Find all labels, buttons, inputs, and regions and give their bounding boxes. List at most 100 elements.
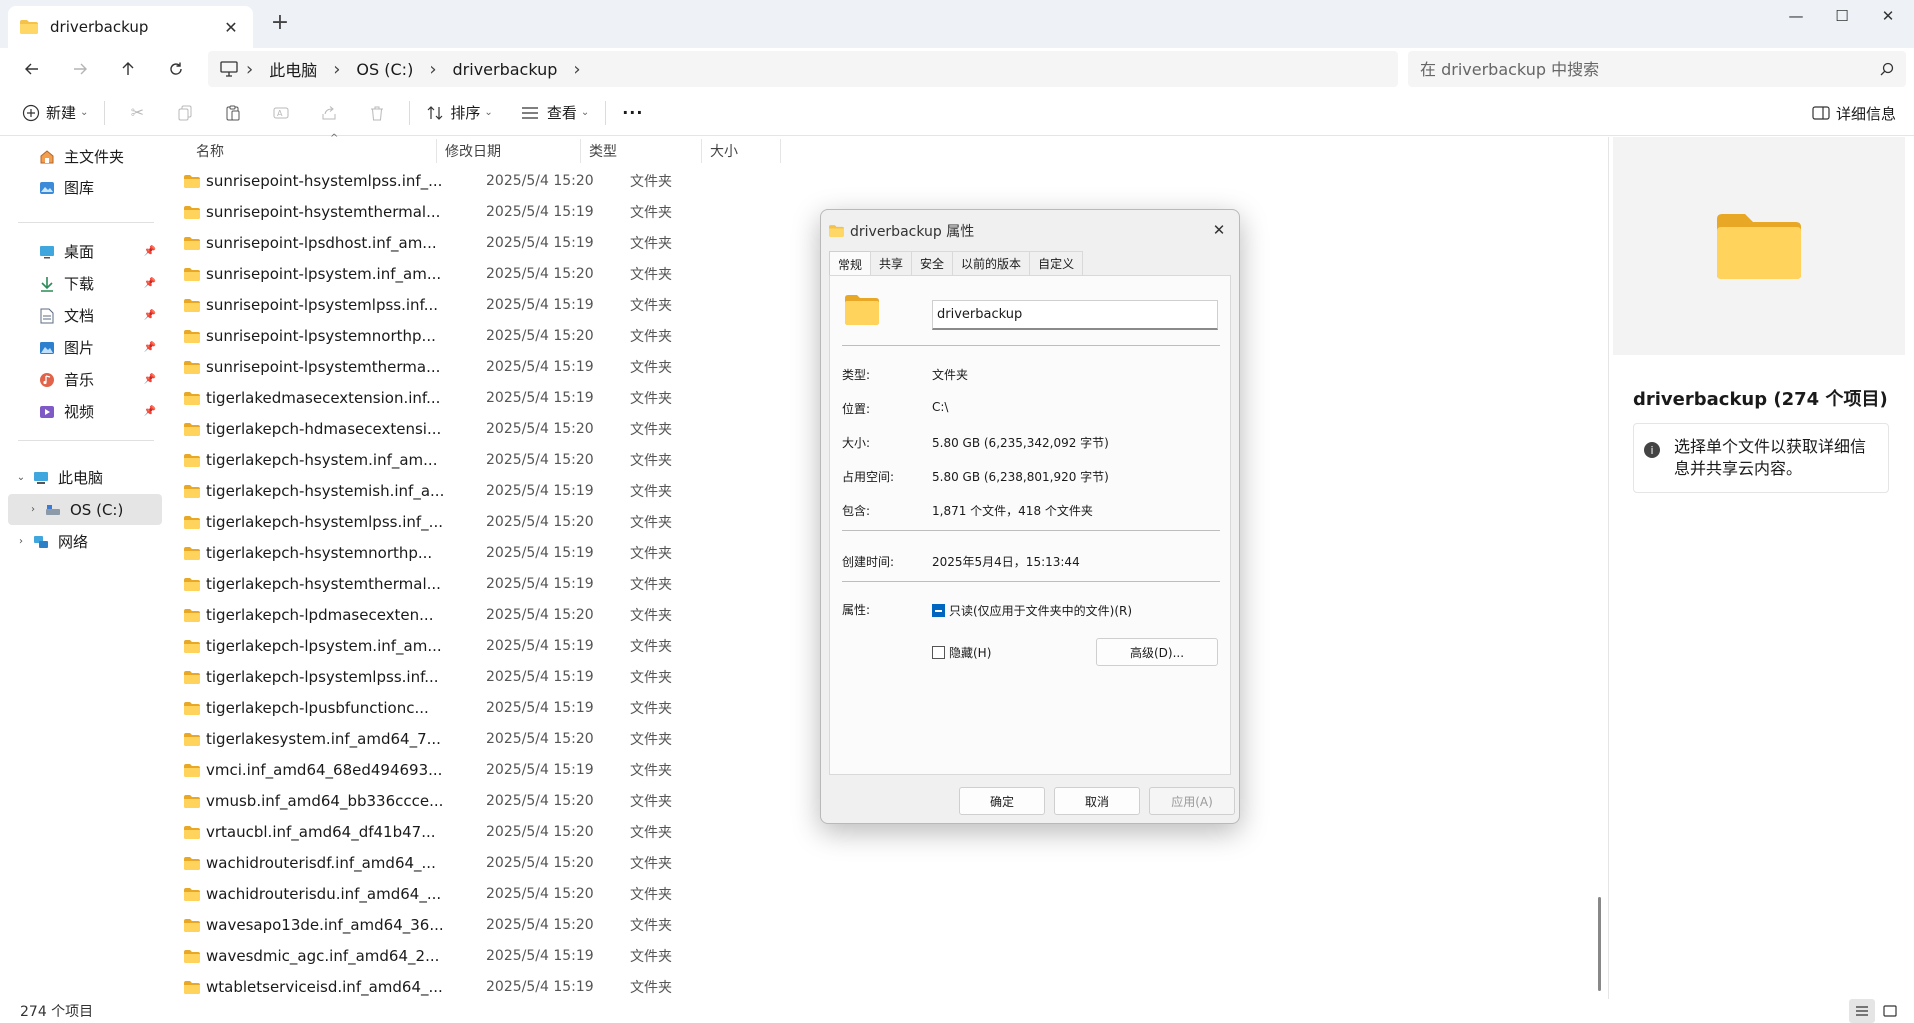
table-row[interactable]: vmusb.inf_amd64_bb336ccce... 2025/5/4 15:…: [166, 785, 796, 816]
tab-driverbackup[interactable]: driverbackup ✕: [8, 6, 253, 48]
sidebar-item-this-pc[interactable]: ⌄ 此电脑: [8, 462, 162, 493]
column-header-size[interactable]: 大小: [702, 137, 792, 165]
minimize-button[interactable]: —: [1773, 0, 1819, 32]
forward-button[interactable]: [62, 54, 98, 84]
tab-general[interactable]: 常规: [829, 251, 872, 276]
paste-button[interactable]: [209, 96, 257, 130]
view-button[interactable]: 查看 ⌄: [513, 96, 597, 130]
sidebar-item-os-c[interactable]: › OS (C:): [8, 494, 162, 525]
advanced-button[interactable]: 高级(D)...: [1096, 638, 1218, 666]
copy-button[interactable]: [161, 96, 209, 130]
table-row[interactable]: sunrisepoint-lpsystemnorthp... 2025/5/4 1…: [166, 320, 796, 351]
details-pane-button[interactable]: 详细信息: [1812, 96, 1896, 130]
breadcrumb-separator[interactable]: ›: [429, 59, 436, 80]
tab-previous-versions[interactable]: 以前的版本: [952, 251, 1031, 275]
table-row[interactable]: wachidrouterisdf.inf_amd64_... 2025/5/4 1…: [166, 847, 796, 878]
new-button[interactable]: 新建 ⌄: [14, 96, 96, 130]
table-row[interactable]: vmci.inf_amd64_68ed494693... 2025/5/4 15:…: [166, 754, 796, 785]
readonly-checkbox[interactable]: 只读(仅应用于文件夹中的文件)(R): [932, 602, 1132, 619]
table-row[interactable]: sunrisepoint-hsystemlpss.inf_... 2025/5/4…: [166, 165, 796, 196]
table-row[interactable]: tigerlakepch-hsystemthermal... 2025/5/4 1…: [166, 568, 796, 599]
table-row[interactable]: tigerlakepch-hdmasecextensi... 2025/5/4 1…: [166, 413, 796, 444]
close-window-button[interactable]: ✕: [1865, 0, 1911, 32]
column-header-type[interactable]: 类型: [581, 137, 691, 165]
address-bar[interactable]: › 此电脑 › OS (C:) › driverbackup ›: [208, 51, 1398, 87]
tab-customize[interactable]: 自定义: [1029, 251, 1084, 275]
chevron-right-icon[interactable]: ›: [26, 504, 40, 515]
search-box[interactable]: [1408, 51, 1906, 87]
rename-button[interactable]: A: [257, 96, 305, 130]
pin-icon[interactable]: 📌: [144, 406, 156, 417]
table-row[interactable]: tigerlakedmasecextension.inf... 2025/5/4 …: [166, 382, 796, 413]
column-header-name[interactable]: 名称 ^: [188, 133, 448, 165]
table-row[interactable]: wtabletserviceisd.inf_amd64_... 2025/5/4 …: [166, 971, 796, 1002]
table-row[interactable]: sunrisepoint-lpsystemlpss.inf... 2025/5/4…: [166, 289, 796, 320]
column-header-date[interactable]: 修改日期: [437, 137, 577, 165]
tab-sharing[interactable]: 共享: [870, 251, 913, 275]
sidebar-item-desktop[interactable]: 桌面 📌: [8, 236, 162, 267]
breadcrumb-separator[interactable]: ›: [333, 59, 340, 80]
table-row[interactable]: wachidrouterisdu.inf_amd64_... 2025/5/4 1…: [166, 878, 796, 909]
table-row[interactable]: vrtaucbl.inf_amd64_df41b47... 2025/5/4 15…: [166, 816, 796, 847]
sidebar-item-pictures[interactable]: 图片 📌: [8, 332, 162, 363]
refresh-button[interactable]: [158, 54, 194, 84]
hidden-checkbox[interactable]: 隐藏(H): [932, 644, 991, 661]
table-row[interactable]: tigerlakepch-lpusbfunctionc... 2025/5/4 1…: [166, 692, 796, 723]
search-input[interactable]: [1420, 59, 1880, 79]
breadcrumb-driverbackup[interactable]: driverbackup: [453, 60, 558, 79]
breadcrumb-this-pc[interactable]: 此电脑: [269, 57, 317, 81]
breadcrumb-os-c[interactable]: OS (C:): [356, 60, 413, 79]
pin-icon[interactable]: 📌: [144, 374, 156, 385]
pin-icon[interactable]: 📌: [144, 246, 156, 257]
table-row[interactable]: tigerlakepch-lpdmasecexten... 2025/5/4 15…: [166, 599, 796, 630]
table-row[interactable]: sunrisepoint-lpsdhost.inf_am... 2025/5/4 …: [166, 227, 796, 258]
share-button[interactable]: [305, 96, 353, 130]
file-list-scrollbar[interactable]: [1596, 137, 1604, 999]
cancel-button[interactable]: 取消: [1054, 787, 1140, 815]
tiles-view-button[interactable]: [1877, 999, 1903, 1023]
table-row[interactable]: sunrisepoint-hsystemthermal... 2025/5/4 1…: [166, 196, 796, 227]
table-row[interactable]: tigerlakepch-hsystem.inf_am... 2025/5/4 1…: [166, 444, 796, 475]
cut-button[interactable]: ✂: [113, 96, 161, 130]
tab-security[interactable]: 安全: [911, 251, 954, 275]
folder-name-input[interactable]: [932, 300, 1218, 330]
table-row[interactable]: tigerlakepch-lpsystemlpss.inf... 2025/5/4…: [166, 661, 796, 692]
scrollbar-thumb[interactable]: [1598, 897, 1601, 991]
dialog-title-bar[interactable]: driverbackup 属性: [829, 216, 974, 246]
up-button[interactable]: [110, 54, 146, 84]
pin-icon[interactable]: 📌: [144, 278, 156, 289]
table-row[interactable]: tigerlakepch-hsystemnorthp... 2025/5/4 15…: [166, 537, 796, 568]
sidebar-item-documents[interactable]: 文档 📌: [8, 300, 162, 331]
maximize-button[interactable]: ☐: [1819, 0, 1865, 32]
sidebar-item-home[interactable]: 主文件夹: [8, 141, 162, 172]
tab-close-icon[interactable]: ✕: [221, 18, 241, 37]
more-options-button[interactable]: ···: [614, 96, 651, 130]
table-row[interactable]: wavesdmic_agc.inf_amd64_2... 2025/5/4 15:…: [166, 940, 796, 971]
pin-icon[interactable]: 📌: [144, 342, 156, 353]
table-row[interactable]: tigerlakepch-lpsystem.inf_am... 2025/5/4 …: [166, 630, 796, 661]
table-row[interactable]: sunrisepoint-lpsystem.inf_am... 2025/5/4 …: [166, 258, 796, 289]
dialog-close-button[interactable]: ✕: [1207, 218, 1231, 242]
table-row[interactable]: tigerlakepch-hsystemlpss.inf_... 2025/5/4…: [166, 506, 796, 537]
apply-button[interactable]: 应用(A): [1149, 787, 1235, 815]
sidebar-item-music[interactable]: 音乐 📌: [8, 364, 162, 395]
sidebar-item-gallery[interactable]: 图库: [8, 172, 162, 203]
table-row[interactable]: tigerlakepch-hsystemish.inf_a... 2025/5/4…: [166, 475, 796, 506]
sidebar-item-network[interactable]: › 网络: [8, 526, 162, 557]
column-divider[interactable]: [780, 139, 781, 163]
ok-button[interactable]: 确定: [959, 787, 1045, 815]
table-row[interactable]: sunrisepoint-lpsystemtherma... 2025/5/4 1…: [166, 351, 796, 382]
new-tab-button[interactable]: +: [266, 10, 294, 35]
back-button[interactable]: [14, 54, 50, 84]
table-row[interactable]: wavesapo13de.inf_amd64_36... 2025/5/4 15:…: [166, 909, 796, 940]
details-view-button[interactable]: [1849, 999, 1875, 1023]
sidebar-item-videos[interactable]: 视频 📌: [8, 396, 162, 427]
chevron-right-icon[interactable]: ›: [14, 536, 28, 547]
table-row[interactable]: tigerlakesystem.inf_amd64_7... 2025/5/4 1…: [166, 723, 796, 754]
pin-icon[interactable]: 📌: [144, 310, 156, 321]
breadcrumb-separator[interactable]: ›: [573, 59, 580, 80]
delete-button[interactable]: [353, 96, 401, 130]
sidebar-item-downloads[interactable]: 下载 📌: [8, 268, 162, 299]
chevron-down-icon[interactable]: ⌄: [14, 472, 28, 483]
sort-button[interactable]: 排序 ⌄: [418, 96, 500, 130]
